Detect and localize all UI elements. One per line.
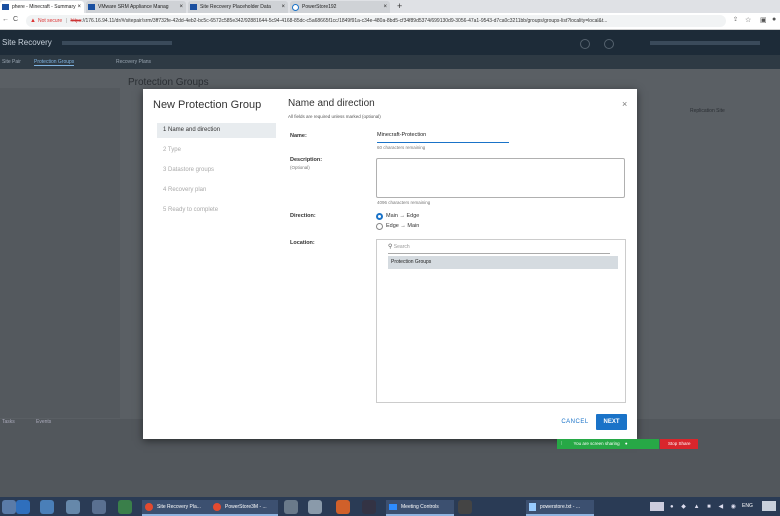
url-field[interactable]: ▲ Not secure | https ://176.16.94.11/dr/…: [26, 15, 726, 27]
taskbar-item-notepad[interactable]: powerstore.txt - ...: [526, 500, 594, 516]
location-item-protection-groups[interactable]: Protection Groups: [388, 256, 618, 269]
url-scheme: https: [70, 18, 82, 24]
language-indicator[interactable]: ENG: [742, 503, 753, 509]
next-button[interactable]: NEXT: [596, 414, 627, 430]
dialog-title: New Protection Group: [153, 99, 262, 111]
new-protection-group-dialog: New Protection Group 1 Name and directio…: [143, 89, 637, 439]
location-search-input[interactable]: ⚲ Search: [388, 243, 610, 254]
browser-tab[interactable]: Site Recovery Placeholder Data ×: [188, 1, 288, 13]
help-icon[interactable]: [604, 39, 614, 49]
step-datastore-groups: 3 Datastore groups: [163, 167, 215, 173]
start-icon[interactable]: [2, 500, 16, 514]
close-icon[interactable]: ×: [281, 4, 285, 10]
taskbar-item-meeting-controls[interactable]: Meeting Controls: [386, 500, 454, 516]
description-label: Description:: [290, 157, 323, 163]
security-status: Not secure: [37, 18, 63, 24]
sharing-message: You are screen sharing: [573, 441, 620, 446]
app-title: Site Recovery: [2, 38, 52, 47]
system-tray-icons[interactable]: ● ◆ ▲ ■ ◀ ◉: [670, 503, 739, 510]
table-column-header: Replication Site: [690, 108, 725, 114]
tree-panel: [0, 88, 120, 418]
network-icon[interactable]: [40, 500, 54, 514]
user-menu[interactable]: [650, 41, 760, 45]
new-tab-button[interactable]: +: [397, 1, 402, 11]
direction-label: Direction:: [290, 213, 316, 219]
app-header: Site Recovery: [0, 30, 780, 55]
required-note: All fields are required unless marked (o…: [288, 114, 381, 119]
browser-tab[interactable]: phere - Minecraft - Summary ×: [0, 1, 84, 13]
app-icon[interactable]: [308, 500, 322, 514]
warning-icon: ▲: [30, 18, 36, 24]
step-recovery-plan: 4 Recovery plan: [163, 187, 207, 193]
firefox-icon[interactable]: [336, 500, 350, 514]
chrome-icon: [145, 503, 153, 511]
zoom-icon: [389, 504, 397, 510]
page-title: Protection Groups: [128, 77, 209, 88]
bookmark-icon[interactable]: ☆: [745, 16, 751, 24]
name-input[interactable]: Minecraft-Protection: [377, 132, 509, 143]
description-char-count: 4096 characters remaining: [377, 200, 431, 205]
description-textarea[interactable]: [376, 158, 625, 198]
direction-edge-to-main-radio[interactable]: [376, 223, 383, 230]
tab-tasks[interactable]: Tasks: [2, 419, 15, 425]
panel-title: Name and direction: [288, 98, 375, 109]
close-icon[interactable]: ×: [383, 4, 387, 10]
refresh-icon[interactable]: [580, 39, 590, 49]
tab-recovery-plans[interactable]: Recovery Plans: [116, 59, 151, 65]
drag-handle-icon[interactable]: ⁞: [561, 441, 562, 446]
app-icon[interactable]: [92, 500, 106, 514]
reload-button[interactable]: C: [13, 16, 18, 23]
close-icon[interactable]: ×: [622, 99, 627, 109]
powerstore-icon: [292, 3, 299, 11]
tab-events[interactable]: Events: [36, 419, 51, 425]
app-icon[interactable]: [362, 500, 376, 514]
vsphere-icon: [2, 4, 9, 10]
cancel-button[interactable]: CANCEL: [557, 415, 593, 429]
tab-site-pair[interactable]: Site Pair: [2, 59, 21, 65]
url-text: ://176.16.94.11/dr/#/sitepair/srm/3ff732…: [81, 18, 608, 24]
share-icon[interactable]: ⇪: [733, 16, 738, 23]
browser-tab-strip: phere - Minecraft - Summary × VMware SRM …: [0, 0, 780, 13]
stop-share-button[interactable]: Stop Share: [660, 439, 698, 449]
tab-protection-groups[interactable]: Protection Groups: [34, 59, 75, 66]
close-icon[interactable]: ×: [77, 4, 81, 10]
screen-sharing-bar: ⁞ You are screen sharing ●: [557, 439, 659, 449]
direction-main-to-edge-radio[interactable]: [376, 213, 383, 220]
name-char-count: 60 characters remaining: [377, 145, 426, 150]
direction-main-to-edge-label[interactable]: Main → Edge: [386, 213, 419, 219]
taskbar-item-powerstore[interactable]: PowerStore3M - ...: [210, 500, 278, 516]
step-ready-to-complete: 5 Ready to complete: [163, 207, 219, 213]
step-type: 2 Type: [163, 147, 181, 153]
chrome-icon: [213, 503, 221, 511]
browser-tab[interactable]: PowerStore192 ×: [290, 1, 390, 13]
notepad-icon: [529, 503, 536, 511]
taskbar-item-site-recovery[interactable]: Site Recovery Pla...: [142, 500, 210, 516]
app-icon[interactable]: [458, 500, 472, 514]
location-label: Location:: [290, 240, 315, 246]
app-icon[interactable]: [66, 500, 80, 514]
app-icon[interactable]: [284, 500, 298, 514]
sharing-status-icon: ●: [624, 441, 628, 446]
search-icon: ⚲: [388, 244, 393, 250]
back-button[interactable]: ←: [2, 16, 9, 23]
ie-icon[interactable]: [16, 500, 30, 514]
vmware-icon: [88, 4, 95, 10]
sub-navigation: Site Pair Protection Groups Recovery Pla…: [0, 55, 780, 69]
description-optional: (Optional): [290, 165, 310, 170]
name-label: Name:: [290, 133, 307, 139]
address-bar: ← C ▲ Not secure | https ://176.16.94.11…: [0, 13, 780, 30]
app-icon[interactable]: [118, 500, 132, 514]
vmware-icon: [190, 4, 197, 10]
sidebar-icon[interactable]: ▣: [760, 16, 767, 24]
step-name-and-direction[interactable]: 1 Name and direction: [157, 123, 276, 138]
clock[interactable]: [762, 501, 776, 511]
direction-edge-to-main-label[interactable]: Edge → Main: [386, 223, 419, 229]
site-selector[interactable]: [62, 41, 172, 45]
keyboard-icon[interactable]: [650, 502, 664, 511]
close-icon[interactable]: ×: [179, 4, 183, 10]
profile-icon[interactable]: ●: [772, 16, 776, 23]
browser-tab[interactable]: VMware SRM Appliance Manag ×: [86, 1, 186, 13]
